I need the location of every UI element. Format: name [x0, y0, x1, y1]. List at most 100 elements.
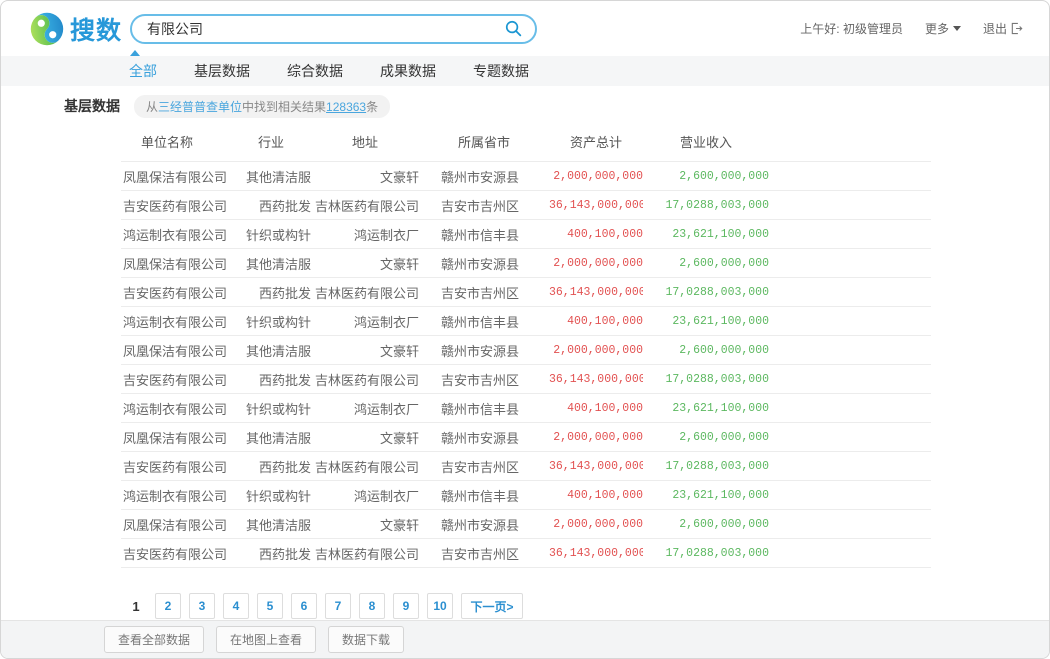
cell-company: 凤凰保洁有限公司: [121, 510, 231, 539]
cell-company: 凤凰保洁有限公司: [121, 162, 231, 191]
pagination-page-button[interactable]: 10: [427, 593, 453, 619]
more-menu[interactable]: 更多: [925, 20, 961, 37]
cell-revenue: 17,0288,003,000: [643, 452, 769, 481]
logout-button[interactable]: 退出: [983, 20, 1023, 37]
view-on-map-button[interactable]: 在地图上查看: [216, 626, 316, 653]
cell-revenue: 23,621,100,000: [643, 220, 769, 249]
cell-region: 赣州市安源县: [419, 249, 549, 278]
tab-all[interactable]: 全部: [129, 61, 157, 81]
cell-filler: [769, 452, 931, 481]
cell-filler: [769, 191, 931, 220]
tab-composite-data[interactable]: 综合数据: [287, 61, 343, 81]
tab-topic-data[interactable]: 专题数据: [473, 61, 529, 81]
pagination-page-button[interactable]: 5: [257, 593, 283, 619]
cell-filler: [769, 365, 931, 394]
table-row: 凤凰保洁有限公司其他清洁服文豪轩赣州市安源县2,000,000,0002,600…: [121, 249, 931, 278]
cell-industry: 针织或构针: [231, 220, 311, 249]
pagination-page-button[interactable]: 6: [291, 593, 317, 619]
cell-assets: 36,143,000,000: [549, 365, 643, 394]
footer-bar: 查看全部数据在地图上查看数据下载: [1, 620, 1049, 658]
result-suffix: 条: [366, 100, 378, 114]
data-download-button[interactable]: 数据下载: [328, 626, 404, 653]
cell-filler: [769, 278, 931, 307]
cell-filler: [769, 307, 931, 336]
cell-company: 鸿运制衣有限公司: [121, 481, 231, 510]
table-row: 凤凰保洁有限公司其他清洁服文豪轩赣州市安源县2,000,000,0002,600…: [121, 510, 931, 539]
brand-name: 搜数: [70, 11, 122, 47]
pagination-page-button[interactable]: 9: [393, 593, 419, 619]
tab-achievement-data[interactable]: 成果数据: [380, 61, 436, 81]
table-row: 鸿运制衣有限公司针织或构针鸿运制衣厂赣州市信丰县400,100,00023,62…: [121, 307, 931, 336]
table-row: 凤凰保洁有限公司其他清洁服文豪轩赣州市安源县2,000,000,0002,600…: [121, 423, 931, 452]
cell-revenue: 2,600,000,000: [643, 510, 769, 539]
cell-assets: 2,000,000,000: [549, 423, 643, 452]
caret-down-icon: [953, 26, 961, 31]
user-bar: 上午好: 初级管理员 更多 退出: [800, 20, 1023, 37]
brand: 搜数: [29, 11, 122, 47]
cell-region: 吉安市吉州区: [419, 452, 549, 481]
table-row: 吉安医药有限公司西药批发吉林医药有限公司吉安市吉州区36,143,000,000…: [121, 539, 931, 568]
cell-industry: 针织或构针: [231, 394, 311, 423]
column-header: 地址: [311, 125, 419, 162]
cell-assets: 36,143,000,000: [549, 539, 643, 568]
pagination-page-button[interactable]: 3: [189, 593, 215, 619]
pagination-page-button[interactable]: 8: [359, 593, 385, 619]
tab-bar: 全部 基层数据 综合数据 成果数据 专题数据: [1, 56, 1049, 86]
search-input[interactable]: [147, 21, 504, 37]
view-all-data-button[interactable]: 查看全部数据: [104, 626, 204, 653]
cell-assets: 400,100,000: [549, 220, 643, 249]
cell-filler: [769, 481, 931, 510]
column-header: 所属省市: [419, 125, 549, 162]
table-row: 吉安医药有限公司西药批发吉林医药有限公司吉安市吉州区36,143,000,000…: [121, 452, 931, 481]
cell-filler: [769, 162, 931, 191]
cell-revenue: 23,621,100,000: [643, 481, 769, 510]
cell-address: 文豪轩: [311, 162, 419, 191]
cell-address: 文豪轩: [311, 423, 419, 452]
column-header: 行业: [231, 125, 311, 162]
cell-address: 鸿运制衣厂: [311, 307, 419, 336]
cell-industry: 其他清洁服: [231, 510, 311, 539]
result-summary-pill: 从三经普普查单位中找到相关结果128363条: [134, 95, 390, 118]
column-header: 单位名称: [121, 125, 231, 162]
column-header: 资产总计: [549, 125, 643, 162]
cell-address: 文豪轩: [311, 249, 419, 278]
pagination: 1 23456789 10 下一页>: [131, 593, 1049, 619]
result-summary-row: 基层数据 从三经普普查单位中找到相关结果128363条: [64, 95, 1049, 117]
cell-company: 吉安医药有限公司: [121, 539, 231, 568]
pagination-page-button[interactable]: 2: [155, 593, 181, 619]
cell-region: 吉安市吉州区: [419, 278, 549, 307]
cell-assets: 400,100,000: [549, 307, 643, 336]
result-count-link[interactable]: 128363: [326, 100, 366, 114]
cell-industry: 西药批发: [231, 539, 311, 568]
cell-company: 吉安医药有限公司: [121, 452, 231, 481]
cell-industry: 其他清洁服: [231, 249, 311, 278]
table-row: 鸿运制衣有限公司针织或构针鸿运制衣厂赣州市信丰县400,100,00023,62…: [121, 481, 931, 510]
source-link[interactable]: 三经普普查单位: [158, 100, 242, 114]
pagination-current-page: 1: [131, 599, 141, 614]
cell-company: 凤凰保洁有限公司: [121, 249, 231, 278]
cell-assets: 36,143,000,000: [549, 452, 643, 481]
cell-revenue: 17,0288,003,000: [643, 365, 769, 394]
cell-address: 文豪轩: [311, 510, 419, 539]
cell-revenue: 23,621,100,000: [643, 307, 769, 336]
pagination-page-button[interactable]: 4: [223, 593, 249, 619]
cell-revenue: 17,0288,003,000: [643, 539, 769, 568]
cell-industry: 其他清洁服: [231, 336, 311, 365]
cell-company: 吉安医药有限公司: [121, 191, 231, 220]
cell-assets: 2,000,000,000: [549, 336, 643, 365]
cell-assets: 400,100,000: [549, 481, 643, 510]
logout-label: 退出: [983, 20, 1007, 37]
pagination-page-button[interactable]: 7: [325, 593, 351, 619]
tab-base-data[interactable]: 基层数据: [194, 61, 250, 81]
cell-assets: 2,000,000,000: [549, 162, 643, 191]
cell-industry: 其他清洁服: [231, 162, 311, 191]
pagination-next-button[interactable]: 下一页>: [461, 593, 523, 619]
cell-address: 吉林医药有限公司: [311, 191, 419, 220]
cell-filler: [769, 423, 931, 452]
cell-assets: 2,000,000,000: [549, 510, 643, 539]
table-row: 凤凰保洁有限公司其他清洁服文豪轩赣州市安源县2,000,000,0002,600…: [121, 162, 931, 191]
cell-revenue: 2,600,000,000: [643, 336, 769, 365]
search-box[interactable]: [130, 14, 537, 44]
cell-company: 凤凰保洁有限公司: [121, 423, 231, 452]
search-icon[interactable]: [504, 19, 523, 38]
